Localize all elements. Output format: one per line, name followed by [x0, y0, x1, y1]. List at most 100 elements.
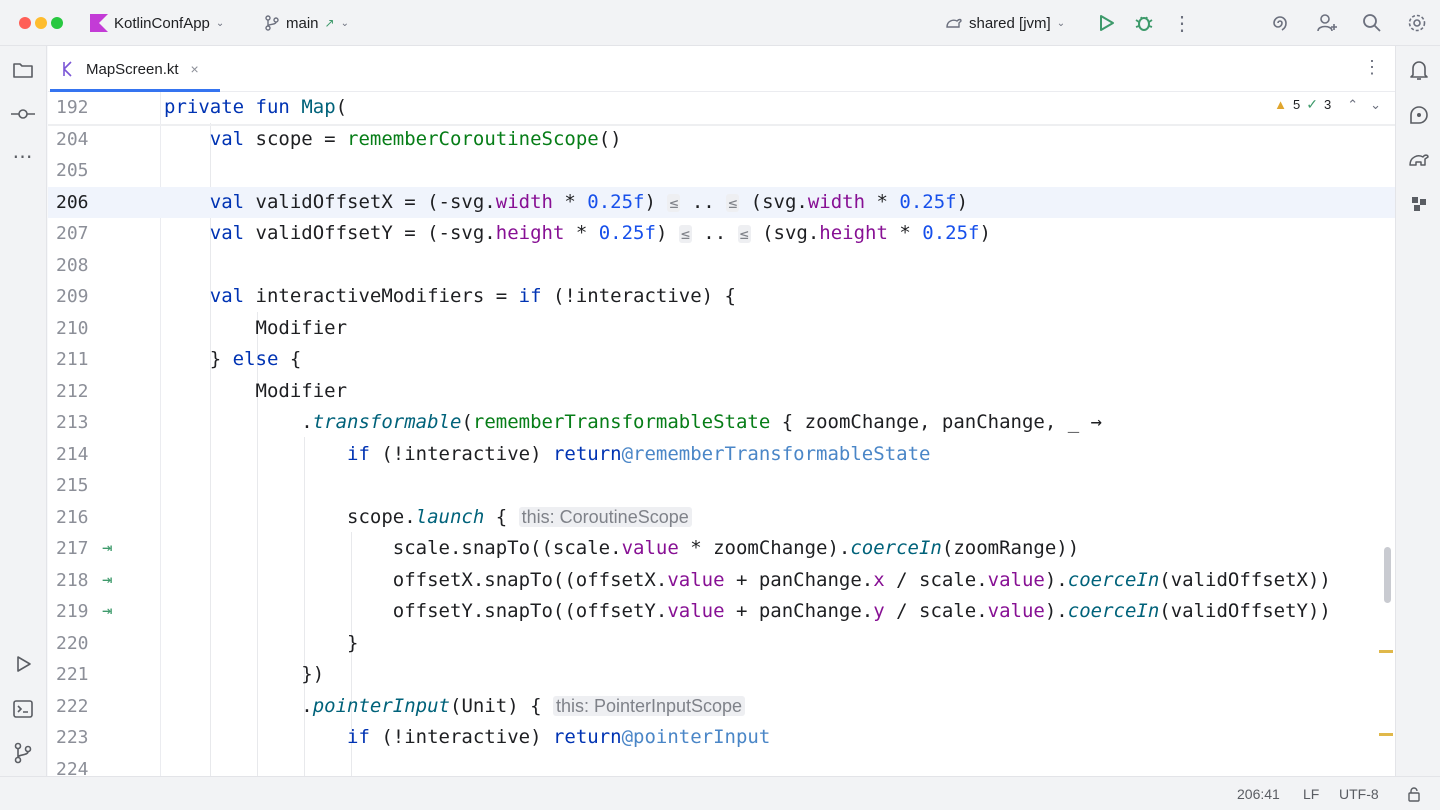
code-text: if (!interactive) return@rememberTransfo…	[347, 442, 931, 465]
line-number[interactable]: 206	[56, 187, 100, 219]
line-number[interactable]: 209	[56, 281, 100, 313]
warning-icon: ▲	[1274, 97, 1287, 112]
run-icon	[1100, 15, 1114, 31]
more-tools-icon[interactable]: ⋯	[10, 143, 36, 169]
title-bar: KotlinConfApp ⌄ main ↗ ⌄ shared [jvm] ⌄ …	[0, 0, 1440, 46]
warning-marker[interactable]	[1379, 733, 1393, 736]
project-selector[interactable]: KotlinConfApp ⌄	[90, 0, 224, 46]
code-line-207[interactable]: 207 val validOffsetY = (-svg.height * 0.…	[48, 218, 1395, 250]
add-user-button[interactable]	[1315, 11, 1339, 35]
line-number[interactable]: 212	[56, 376, 100, 408]
line-number[interactable]: 213	[56, 407, 100, 439]
line-number[interactable]: 192	[56, 92, 100, 124]
ai-assistant-button[interactable]	[1268, 11, 1292, 35]
line-number[interactable]: 215	[56, 470, 100, 502]
code-text: val interactiveModifiers = if (!interact…	[209, 285, 736, 307]
minimize-window-button[interactable]	[35, 17, 47, 29]
spiral-icon	[1273, 16, 1287, 31]
code-line-220[interactable]: 220 }	[48, 628, 1395, 660]
zoom-window-button[interactable]	[51, 17, 63, 29]
settings-button[interactable]	[1405, 11, 1429, 35]
caret-position[interactable]: 206:41	[1237, 777, 1280, 810]
code-line-206[interactable]: 206 val validOffsetX = (-svg.width * 0.2…	[48, 186, 1395, 219]
line-number[interactable]: 216	[56, 502, 100, 534]
next-highlight-icon[interactable]: ⌄	[1370, 97, 1381, 113]
code-line-219[interactable]: 219 ⇥ offsetY.snapTo((offsetY.value + pan…	[48, 596, 1395, 628]
terminal-tool-button[interactable]	[10, 696, 36, 722]
run-config-selector[interactable]: shared [jvm] ⌄	[945, 0, 1065, 46]
ai-chat-button[interactable]	[1406, 102, 1432, 128]
plugin-button[interactable]	[1406, 191, 1432, 217]
more-actions-icon[interactable]: ⋮	[1170, 11, 1194, 35]
inspection-widget[interactable]: ▲ 5 ✓ 3 ⌃ ⌄	[1274, 96, 1381, 113]
line-number[interactable]: 223	[56, 722, 100, 754]
file-encoding[interactable]: UTF-8	[1339, 777, 1379, 810]
run-icon	[17, 656, 31, 672]
gradle-config-icon	[946, 18, 962, 28]
notifications-button[interactable]	[1406, 57, 1432, 83]
code-line-215[interactable]: 215	[48, 470, 1395, 502]
code-text: .transformable(rememberTransformableStat…	[164, 411, 1103, 433]
line-number[interactable]: 204	[56, 124, 100, 156]
line-number[interactable]: 221	[56, 659, 100, 691]
code-editor[interactable]: 192 private fun Map(204 val scope = remem…	[48, 92, 1395, 776]
code-line-218[interactable]: 218 ⇥ offsetX.snapTo((offsetX.value + pan…	[48, 565, 1395, 597]
sticky-line-separator	[48, 123, 1395, 126]
code-line-209[interactable]: 209 val interactiveModifiers = if (!inte…	[48, 281, 1395, 313]
line-number[interactable]: 214	[56, 439, 100, 471]
line-number[interactable]: 205	[56, 155, 100, 187]
suspend-call-icon[interactable]: ⇥	[102, 533, 112, 565]
code-line-217[interactable]: 217 ⇥ scale.snapTo((scale.value * zoomCha…	[48, 533, 1395, 565]
code-line-222[interactable]: 222 .pointerInput(Unit) { this: PointerI…	[48, 691, 1395, 723]
line-separator[interactable]: LF	[1303, 777, 1319, 810]
code-line-192[interactable]: 192 private fun Map(	[48, 92, 1395, 124]
add-user-icon	[1317, 14, 1337, 32]
code-line-204[interactable]: 204 val scope = rememberCoroutineScope()	[48, 124, 1395, 156]
line-number[interactable]: 224	[56, 754, 100, 777]
line-number[interactable]: 222	[56, 691, 100, 723]
code-line-205[interactable]: 205	[48, 155, 1395, 187]
run-tool-button[interactable]	[10, 651, 36, 677]
search-everywhere-button[interactable]	[1360, 11, 1384, 35]
run-button[interactable]	[1094, 11, 1118, 35]
branch-selector[interactable]: main ↗ ⌄	[264, 0, 349, 46]
suspend-call-icon[interactable]: ⇥	[102, 596, 112, 628]
line-number[interactable]: 210	[56, 313, 100, 345]
close-window-button[interactable]	[19, 17, 31, 29]
previous-highlight-icon[interactable]: ⌃	[1347, 97, 1358, 113]
line-number[interactable]: 208	[56, 250, 100, 282]
code-line-211[interactable]: 211 } else {	[48, 344, 1395, 376]
run-config-name: shared [jvm]	[969, 14, 1051, 32]
line-number[interactable]: 211	[56, 344, 100, 376]
line-number[interactable]: 220	[56, 628, 100, 660]
code-line-214[interactable]: 214 if (!interactive) return@rememberTra…	[48, 439, 1395, 471]
code-line-212[interactable]: 212 Modifier	[48, 376, 1395, 408]
plugin-icon	[1412, 197, 1426, 211]
line-number[interactable]: 217	[56, 533, 100, 565]
code-line-224[interactable]: 224	[48, 754, 1395, 777]
code-line-213[interactable]: 213 .transformable(rememberTransformable…	[48, 407, 1395, 439]
code-line-208[interactable]: 208	[48, 250, 1395, 282]
git-tool-button[interactable]	[10, 740, 36, 766]
file-lock-toggle[interactable]	[1406, 777, 1422, 810]
project-icon	[13, 63, 33, 78]
project-tool-button[interactable]	[10, 57, 36, 83]
close-tab-icon[interactable]: ×	[191, 61, 199, 77]
line-number[interactable]: 219	[56, 596, 100, 628]
code-line-223[interactable]: 223 if (!interactive) return@pointerInpu…	[48, 722, 1395, 754]
commit-tool-button[interactable]	[10, 101, 36, 127]
tab-mapscreen[interactable]: MapScreen.kt ×	[58, 46, 207, 92]
line-number[interactable]: 207	[56, 218, 100, 250]
code-line-221[interactable]: 221 })	[48, 659, 1395, 691]
gradle-button[interactable]	[1406, 146, 1432, 172]
line-number[interactable]: 218	[56, 565, 100, 597]
code-line-216[interactable]: 216 scope.launch { this: CoroutineScope	[48, 502, 1395, 534]
warning-marker[interactable]	[1379, 650, 1393, 653]
incoming-arrow-icon: ↗	[324, 16, 335, 30]
vertical-scrollbar[interactable]	[1384, 547, 1391, 603]
code-line-210[interactable]: 210 Modifier	[48, 313, 1395, 345]
tab-options-icon[interactable]: ⋮	[1363, 57, 1381, 78]
debug-button[interactable]	[1132, 11, 1156, 35]
suspend-call-icon[interactable]: ⇥	[102, 565, 112, 597]
editor-tab-bar: MapScreen.kt × ⋮	[48, 46, 1395, 92]
